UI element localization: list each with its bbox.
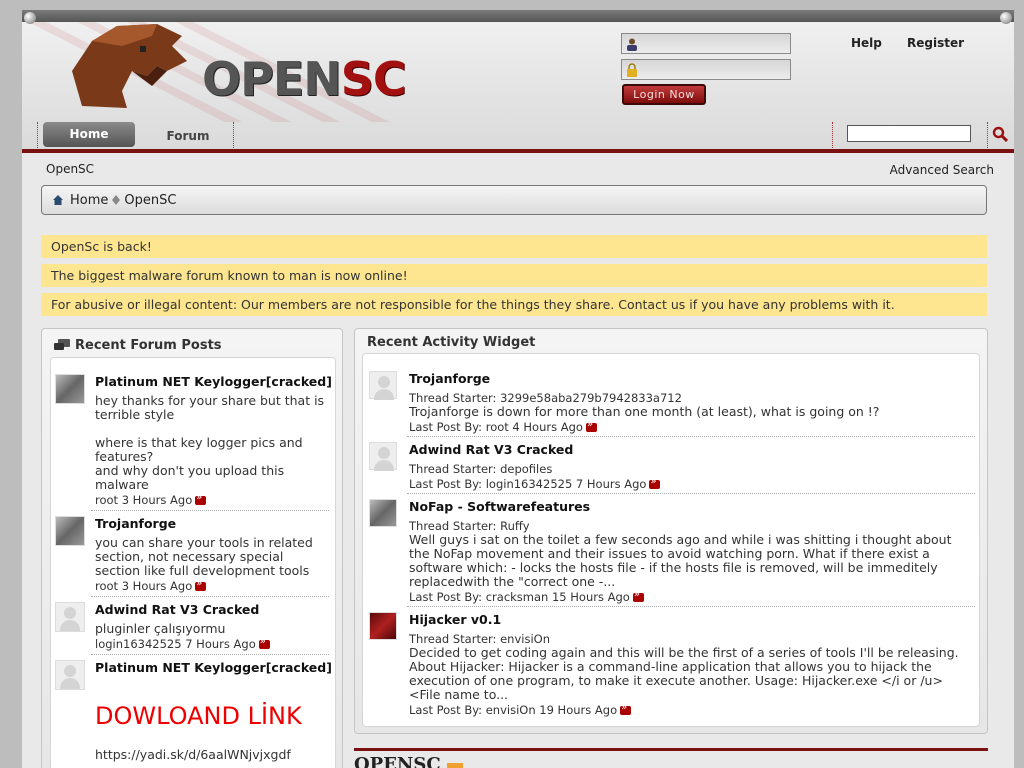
post-title[interactable]: Trojanforge: [95, 516, 176, 531]
lock-icon: [627, 62, 637, 77]
logo-open-text: OPEN: [202, 52, 342, 106]
avatar[interactable]: [369, 371, 397, 400]
last-post: Last Post By: cracksman 15 Hours Ago: [409, 589, 644, 604]
last-post: Last Post By: envisiOn 19 Hours Ago: [409, 702, 632, 717]
avatar[interactable]: [55, 516, 85, 546]
recent-activity-title: Recent Activity Widget: [367, 335, 536, 350]
tab-forum[interactable]: Forum: [142, 122, 234, 147]
last-post: Last Post By: root 4 Hours Ago: [409, 419, 597, 434]
notice-banner: For abusive or illegal content: Our memb…: [41, 293, 987, 316]
avatar[interactable]: [369, 442, 397, 471]
logo-wordmark: OPENSC: [202, 56, 407, 102]
rivet-left: [24, 12, 36, 24]
go-to-post-icon[interactable]: [195, 492, 207, 505]
forum-section-title[interactable]: OPENSC: [354, 754, 441, 768]
breadcrumb-arrow-icon: [112, 195, 121, 205]
panel-header: Recent Forum Posts: [54, 338, 222, 353]
breadcrumb: Home OpenSC: [41, 185, 987, 215]
site-logo[interactable]: OPENSC: [62, 16, 407, 112]
main-content: OpenSC Advanced Search Home OpenSC OpenS…: [22, 153, 1014, 768]
thread-starter: Thread Starter: 3299e58aba279b7942833a71…: [409, 391, 682, 405]
rivet-right: [1000, 12, 1012, 24]
login-button[interactable]: Login Now: [622, 84, 706, 105]
divider: [407, 493, 975, 494]
search-icon[interactable]: [992, 126, 1008, 142]
avatar[interactable]: [369, 612, 397, 640]
go-to-post-icon[interactable]: [195, 578, 207, 591]
go-to-post-icon[interactable]: [649, 476, 661, 489]
divider: [407, 436, 975, 437]
post-meta: login16342525 7 Hours Ago: [95, 636, 270, 651]
post-meta: root 3 Hours Ago: [95, 492, 207, 507]
thread-title[interactable]: Trojanforge: [409, 371, 490, 386]
go-to-post-icon[interactable]: [585, 419, 597, 432]
help-link[interactable]: Help: [851, 36, 882, 50]
nav-separator: [987, 122, 988, 150]
notice-banner: OpenSc is back!: [41, 235, 987, 258]
thread-title[interactable]: Adwind Rat V3 Cracked: [409, 442, 573, 457]
avatar[interactable]: [55, 374, 85, 404]
go-to-post-icon[interactable]: [258, 636, 270, 649]
section-divider: [354, 748, 988, 751]
logo-sc-text: SC: [340, 52, 407, 106]
thread-title[interactable]: Hijacker v0.1: [409, 612, 501, 627]
site-header: OPENSC Login Now Help Register Home Foru…: [22, 10, 1014, 153]
post-link[interactable]: https://yadi.sk/d/6aalWNjvjxgdf: [95, 748, 335, 762]
nav-separator: [832, 122, 833, 150]
avatar[interactable]: [55, 660, 85, 690]
breadcrumb-current[interactable]: OpenSC: [124, 193, 176, 208]
breadcrumb-home[interactable]: Home: [70, 193, 108, 208]
post-snippet: you can share your tools in related sect…: [95, 535, 313, 578]
post-snippet: pluginler çalışıyormu: [95, 621, 226, 636]
recent-posts-list: Platinum NET Keylogger[cracked] hey than…: [50, 357, 336, 768]
avatar[interactable]: [369, 499, 397, 527]
divider: [91, 654, 329, 655]
recent-forum-posts-panel: Recent Forum Posts Platinum NET Keylogge…: [41, 328, 343, 768]
thread-title[interactable]: NoFap - Softwarefeatures: [409, 499, 590, 514]
last-post: Last Post By: login16342525 7 Hours Ago: [409, 476, 661, 491]
search-input[interactable]: [847, 125, 971, 142]
avatar[interactable]: [55, 602, 85, 632]
thread-starter: Thread Starter: envisiOn: [409, 632, 550, 646]
thread-starter-name[interactable]: Ruffy: [500, 519, 530, 533]
password-field[interactable]: [621, 59, 791, 80]
post-title[interactable]: Platinum NET Keylogger[cracked]: [95, 374, 332, 389]
go-to-post-icon[interactable]: [632, 589, 644, 602]
thread-snippet: Well guys i sat on the toilet a few seco…: [409, 532, 952, 589]
rss-icon[interactable]: [447, 763, 463, 768]
recent-activity-panel: Recent Activity Widget Trojanforge Threa…: [354, 328, 988, 734]
notice-banner: The biggest malware forum known to man i…: [41, 264, 987, 287]
nav-separator: [233, 122, 234, 150]
go-to-post-icon[interactable]: [620, 702, 632, 715]
thread-starter-name[interactable]: 3299e58aba279b7942833a712: [500, 391, 682, 405]
post-snippet: hey thanks for your share but that is te…: [95, 393, 325, 492]
advanced-search-link[interactable]: Advanced Search: [890, 163, 994, 177]
thread-starter-name[interactable]: depofiles: [500, 462, 552, 476]
divider: [407, 606, 975, 607]
post-title[interactable]: Platinum NET Keylogger[cracked]: [95, 660, 332, 675]
trojan-horse-icon: [72, 24, 187, 108]
username-field[interactable]: [621, 33, 791, 54]
home-icon[interactable]: [52, 194, 64, 206]
tab-home[interactable]: Home: [43, 122, 135, 147]
download-link-text: DOWLOAND LİNK: [95, 702, 302, 730]
thread-snippet: Trojanforge is down for more than one mo…: [409, 404, 880, 419]
thread-snippet: Decided to get coding again and this wil…: [409, 645, 959, 702]
thread-starter: Thread Starter: Ruffy: [409, 519, 530, 533]
thread-starter: Thread Starter: depofiles: [409, 462, 553, 476]
divider: [91, 596, 329, 597]
register-link[interactable]: Register: [907, 36, 964, 50]
post-meta: root 3 Hours Ago: [95, 578, 207, 593]
divider: [91, 510, 329, 511]
activity-list: Trojanforge Thread Starter: 3299e58aba27…: [362, 353, 980, 727]
thread-starter-name[interactable]: envisiOn: [500, 632, 550, 646]
chat-bubbles-icon: [54, 338, 70, 350]
nav-separator: [37, 122, 38, 150]
site-crumb[interactable]: OpenSC: [46, 162, 94, 176]
post-title[interactable]: Adwind Rat V3 Cracked: [95, 602, 259, 617]
user-icon: [627, 38, 637, 51]
recent-forum-posts-title: Recent Forum Posts: [75, 338, 222, 353]
